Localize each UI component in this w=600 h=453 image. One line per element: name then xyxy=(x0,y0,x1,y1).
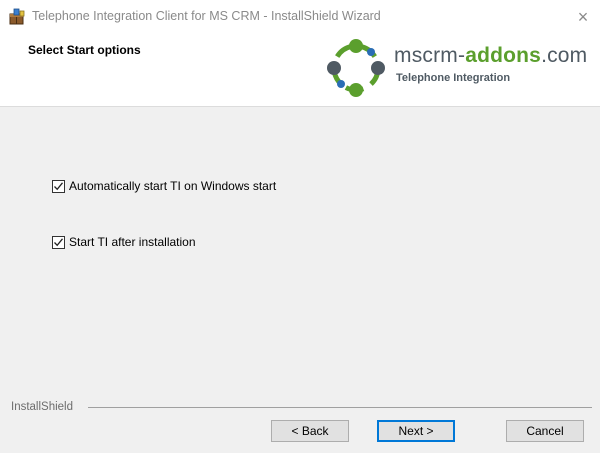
next-button[interactable]: Next > xyxy=(377,420,455,442)
start-after-install-label: Start TI after installation xyxy=(69,235,196,249)
option-autostart-row[interactable]: Automatically start TI on Windows start xyxy=(52,178,276,194)
mscrm-addons-logo-icon xyxy=(325,37,387,99)
close-icon: × xyxy=(577,7,589,27)
checkmark-icon xyxy=(54,237,64,246)
logo-tagline: Telephone Integration xyxy=(396,72,511,84)
logo-name-bold: addons xyxy=(465,44,542,67)
close-button[interactable]: × xyxy=(570,6,596,28)
option-start-after-install-row[interactable]: Start TI after installation xyxy=(52,234,196,250)
start-after-install-checkbox[interactable] xyxy=(52,235,65,249)
installer-box-icon xyxy=(8,8,26,26)
checkmark-icon xyxy=(54,181,64,190)
logo-name-suffix: .com xyxy=(541,44,588,67)
logo-name-prefix: mscrm- xyxy=(394,44,466,67)
logo-wordmark: mscrm-addons.com xyxy=(394,44,587,68)
cancel-button[interactable]: Cancel xyxy=(506,420,584,442)
page-title: Select Start options xyxy=(28,43,141,57)
title-bar: Telephone Integration Client for MS CRM … xyxy=(0,0,600,34)
back-button[interactable]: < Back xyxy=(271,420,349,442)
window-title: Telephone Integration Client for MS CRM … xyxy=(32,9,381,23)
installshield-brand: InstallShield xyxy=(11,401,76,413)
wizard-header: Select Start options mscrm-addons.com Te… xyxy=(0,34,600,106)
autostart-label: Automatically start TI on Windows start xyxy=(69,179,277,193)
autostart-checkbox[interactable] xyxy=(52,179,65,193)
wizard-body: Automatically start TI on Windows start … xyxy=(0,106,600,453)
footer-divider xyxy=(88,407,592,408)
